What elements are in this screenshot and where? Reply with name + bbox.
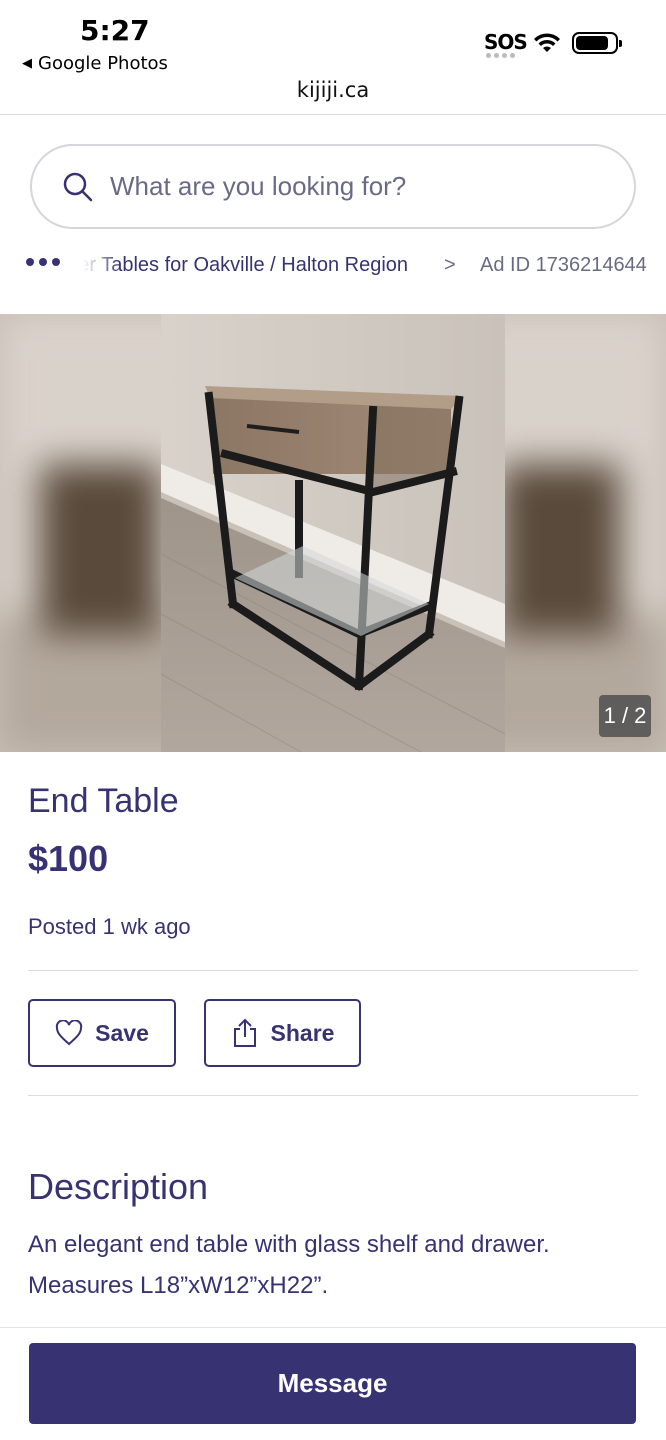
breadcrumb-category-label: Other Tables for Oakville / Halton Regio… xyxy=(80,254,409,276)
photo-counter: 1 / 2 xyxy=(599,695,651,737)
status-bar: 5:27 ◀ Google Photos SOS xyxy=(0,0,666,80)
description-line: Measures L18”xW12”xH22”. xyxy=(28,1272,329,1299)
description-text: An elegant end table with glass shelf an… xyxy=(28,1224,638,1306)
save-button[interactable]: Save xyxy=(28,999,176,1067)
chevron-right-icon: > xyxy=(444,254,456,276)
ad-id: Ad ID 1736214644 xyxy=(480,254,647,276)
breadcrumb-fade xyxy=(74,250,120,282)
end-table-image xyxy=(161,314,505,752)
back-triangle-icon: ◀ xyxy=(22,56,32,71)
sos-indicator: SOS xyxy=(484,30,528,54)
clock: 5:27 xyxy=(80,14,150,47)
breadcrumb: Other Tables for Oakville / Halton Regio… xyxy=(0,250,666,282)
header-divider xyxy=(0,114,666,115)
search-icon xyxy=(63,172,93,201)
message-button[interactable]: Message xyxy=(29,1343,636,1424)
listing-title: End Table xyxy=(28,782,179,820)
heart-icon xyxy=(55,1020,83,1046)
divider xyxy=(28,970,638,971)
posted-date: Posted 1 wk ago xyxy=(28,914,191,939)
battery-icon xyxy=(572,32,622,54)
description-line: An elegant end table with glass shelf an… xyxy=(28,1231,550,1258)
search-input[interactable]: What are you looking for? xyxy=(110,171,406,202)
listing-price: $100 xyxy=(28,838,109,879)
signal-dots-icon xyxy=(486,53,520,58)
share-button[interactable]: Share xyxy=(204,999,361,1067)
back-to-app-link[interactable]: ◀ Google Photos xyxy=(22,53,168,74)
save-label: Save xyxy=(95,1019,149,1046)
breadcrumb-more-icon[interactable] xyxy=(26,258,60,266)
share-label: Share xyxy=(270,1019,335,1046)
wifi-icon xyxy=(534,33,560,52)
breadcrumb-category-link[interactable]: Other Tables for Oakville / Halton Regio… xyxy=(80,254,430,277)
divider xyxy=(28,1095,638,1096)
browser-url[interactable]: kijiji.ca xyxy=(0,78,666,102)
share-icon xyxy=(233,1018,256,1047)
search-bar[interactable]: What are you looking for? xyxy=(30,144,636,229)
listing-photo[interactable] xyxy=(161,314,505,752)
image-gallery[interactable] xyxy=(0,314,666,752)
back-app-label: Google Photos xyxy=(38,53,168,74)
description-heading: Description xyxy=(28,1166,209,1207)
